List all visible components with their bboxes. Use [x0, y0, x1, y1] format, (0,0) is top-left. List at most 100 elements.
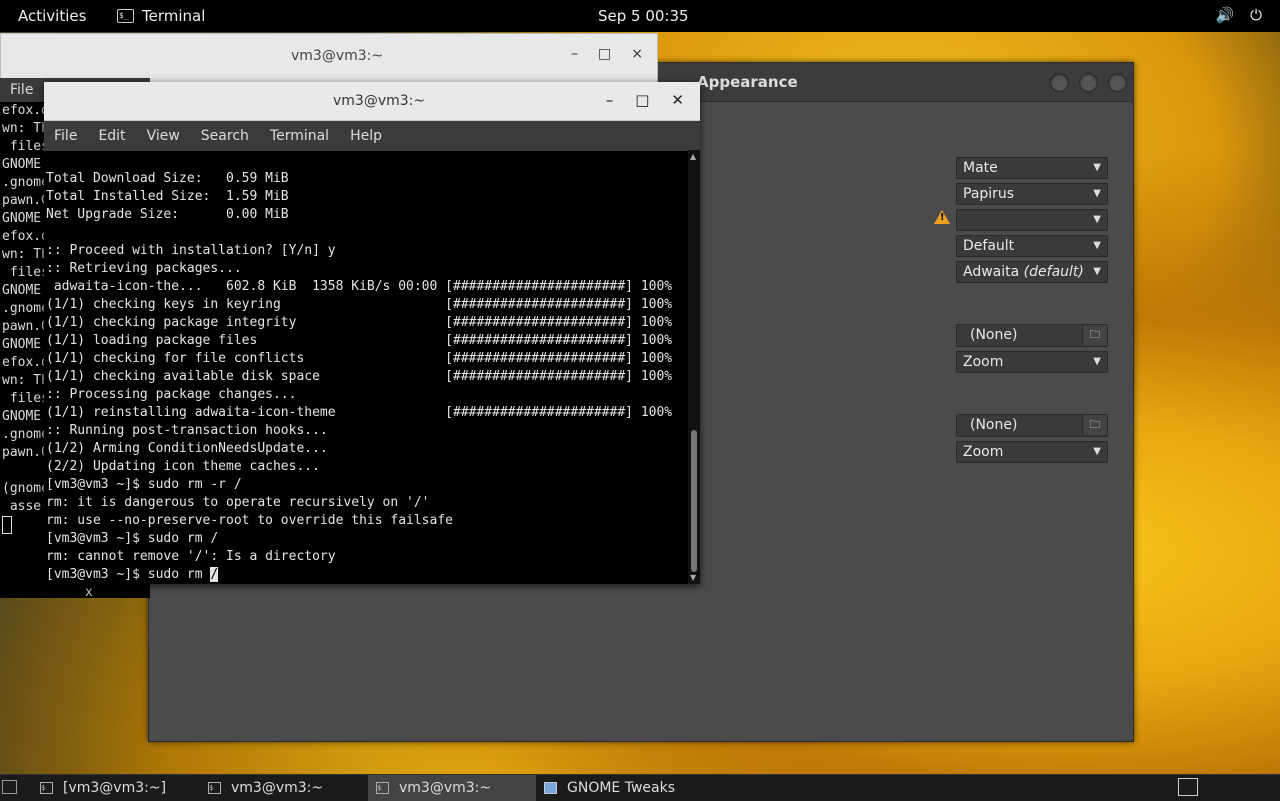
- combo-value: Default: [963, 238, 1015, 254]
- taskbar-item-terminal-2[interactable]: $ vm3@vm3:~: [200, 775, 368, 801]
- menu-help[interactable]: Help: [350, 128, 382, 144]
- warning-icon: !: [934, 210, 950, 224]
- chevron-down-icon: ▼: [1093, 356, 1101, 367]
- chevron-down-icon: ▼: [1093, 162, 1101, 173]
- stray-text: x: [85, 585, 93, 600]
- menu-file[interactable]: File: [54, 128, 77, 144]
- background-image-chooser[interactable]: (None) 🗀: [956, 324, 1108, 347]
- taskbar-item-label: vm3@vm3:~: [231, 780, 324, 796]
- terminal-line: rm: use --no-preserve-root to override t…: [46, 513, 453, 528]
- menu-search[interactable]: Search: [201, 128, 249, 144]
- scroll-up-arrow-icon[interactable]: ▲: [690, 152, 696, 161]
- app-menu[interactable]: $_ Terminal: [117, 7, 205, 25]
- background-adjust-combo[interactable]: Zoom ▼: [956, 351, 1108, 373]
- chevron-down-icon: ▼: [1093, 188, 1101, 199]
- close-button[interactable]: ×: [631, 46, 643, 62]
- chevron-down-icon: ▼: [1093, 214, 1101, 225]
- tweaks-icon: [544, 782, 557, 794]
- workspace-switcher[interactable]: [1178, 778, 1198, 796]
- terminal-line: Net Upgrade Size: 0.00 MiB: [46, 207, 289, 222]
- terminal-line: Total Download Size: 0.59 MiB: [46, 171, 289, 186]
- top-bar: Activities $_ Terminal Sep 5 00:35 🔊 ⏻: [0, 0, 1280, 32]
- combo-value: Papirus: [963, 186, 1015, 202]
- terminal-line: :: Running post-transaction hooks...: [46, 423, 328, 438]
- taskbar-item-terminal-3[interactable]: $ vm3@vm3:~: [368, 775, 536, 801]
- terminal-line: (2/2) Updating icon theme caches...: [46, 459, 320, 474]
- terminal-line: Total Installed Size: 1.59 MiB: [46, 189, 289, 204]
- cursor-theme-combo[interactable]: Adwaita (default) ▼: [956, 261, 1108, 283]
- menu-terminal[interactable]: Terminal: [270, 128, 329, 144]
- minimize-button[interactable]: [1050, 73, 1069, 92]
- terminal-window[interactable]: vm3@vm3:~ – □ ✕ File Edit View Search Te…: [44, 82, 700, 584]
- terminal-line: :: Retrieving packages...: [46, 261, 242, 276]
- terminal-icon: $: [376, 782, 389, 794]
- taskbar-item-gnome-tweaks[interactable]: GNOME Tweaks: [536, 775, 736, 801]
- taskbar-item-terminal-1[interactable]: $ [vm3@vm3:~]: [32, 775, 200, 801]
- terminal-icon: $: [40, 782, 53, 794]
- close-button[interactable]: ✕: [671, 91, 684, 109]
- lock-screen-adjust-combo[interactable]: Zoom ▼: [956, 441, 1108, 463]
- minimize-button[interactable]: –: [571, 46, 578, 62]
- terminal-cursor: /: [210, 567, 219, 582]
- icons-theme-combo[interactable]: Papirus ▼: [956, 183, 1108, 205]
- close-button[interactable]: [1108, 73, 1127, 92]
- taskbar-item-label: vm3@vm3:~: [399, 780, 492, 796]
- folder-icon[interactable]: 🗀: [1082, 325, 1107, 345]
- clock[interactable]: Sep 5 00:35: [598, 7, 689, 25]
- window-title: vm3@vm3:~: [291, 48, 384, 64]
- combo-value: Zoom: [963, 354, 1004, 370]
- maximize-button[interactable]: □: [635, 91, 649, 109]
- power-icon: ⏻: [1250, 6, 1262, 24]
- maximize-button[interactable]: [1079, 73, 1098, 92]
- terminal-titlebar[interactable]: vm3@vm3:~ – □ ✕: [44, 82, 700, 121]
- volume-icon: 🔊: [1215, 6, 1235, 24]
- terminal-output: Total Download Size: 0.59 MiB Total Insta…: [44, 152, 688, 566]
- terminal-cursor: [2, 516, 12, 534]
- terminal-line: :: Processing package changes...: [46, 387, 297, 402]
- minimize-button[interactable]: –: [606, 91, 614, 109]
- terminal-line: (1/2) Arming ConditionNeedsUpdate...: [46, 441, 328, 456]
- activities-button[interactable]: Activities: [18, 7, 86, 25]
- tweaks-title: Appearance: [697, 73, 798, 91]
- terminal-line: (1/1) checking for file conflicts [#####…: [46, 351, 673, 366]
- combo-value: Zoom: [963, 444, 1004, 460]
- background-terminal-window[interactable]: vm3@vm3:~ – □ ×: [0, 33, 658, 83]
- terminal-line: adwaita-icon-the... 602.8 KiB 1358 KiB/s…: [46, 279, 673, 294]
- terminal-scrollbar[interactable]: ▲ ▼: [688, 150, 700, 584]
- lock-screen-image-chooser[interactable]: (None) 🗀: [956, 414, 1108, 437]
- folder-icon[interactable]: 🗀: [1082, 415, 1107, 435]
- terminal-menubar: File Edit View Search Terminal Help: [44, 121, 700, 151]
- scrollbar-thumb[interactable]: [691, 430, 697, 572]
- terminal-line: (1/1) reinstalling adwaita-icon-theme [#…: [46, 405, 673, 420]
- applications-theme-combo[interactable]: Mate ▼: [956, 157, 1108, 179]
- system-menu[interactable]: 🔊 ⏻: [1215, 6, 1262, 24]
- chevron-down-icon: ▼: [1093, 446, 1101, 457]
- terminal-icon: $: [208, 782, 221, 794]
- taskbar-item-label: GNOME Tweaks: [567, 780, 675, 796]
- window-title: vm3@vm3:~: [333, 93, 426, 109]
- menu-view[interactable]: View: [147, 128, 180, 144]
- show-desktop-icon[interactable]: [2, 780, 17, 794]
- terminal-prompt-line: [vm3@vm3 ~]$ sudo rm /: [44, 566, 688, 584]
- combo-value: Mate: [963, 160, 998, 176]
- terminal-line: rm: it is dangerous to operate recursive…: [46, 495, 430, 510]
- terminal-line: rm: cannot remove '/': Is a directory: [46, 549, 336, 564]
- menu-edit[interactable]: Edit: [98, 128, 125, 144]
- app-menu-label: Terminal: [142, 7, 206, 25]
- sound-theme-combo[interactable]: Default ▼: [956, 235, 1108, 257]
- shell-theme-combo[interactable]: ▼: [956, 209, 1108, 231]
- terminal-line: (1/1) checking keys in keyring [########…: [46, 297, 673, 312]
- chooser-value: (None): [970, 417, 1018, 433]
- scroll-down-arrow-icon[interactable]: ▼: [690, 573, 696, 582]
- terminal-line: (1/1) checking package integrity [######…: [46, 315, 673, 330]
- terminal-screen[interactable]: Total Download Size: 0.59 MiB Total Insta…: [44, 150, 688, 586]
- taskbar: $ [vm3@vm3:~] $ vm3@vm3:~ $ vm3@vm3:~ GN…: [0, 774, 1280, 801]
- prompt-text: [vm3@vm3 ~]$ sudo rm: [46, 567, 211, 582]
- terminal-line: (1/1) checking available disk space [###…: [46, 369, 673, 384]
- terminal-line: [vm3@vm3 ~]$ sudo rm /: [46, 531, 219, 546]
- maximize-button[interactable]: □: [598, 46, 611, 62]
- chevron-down-icon: ▼: [1093, 240, 1101, 251]
- combo-value: Adwaita: [963, 264, 1020, 280]
